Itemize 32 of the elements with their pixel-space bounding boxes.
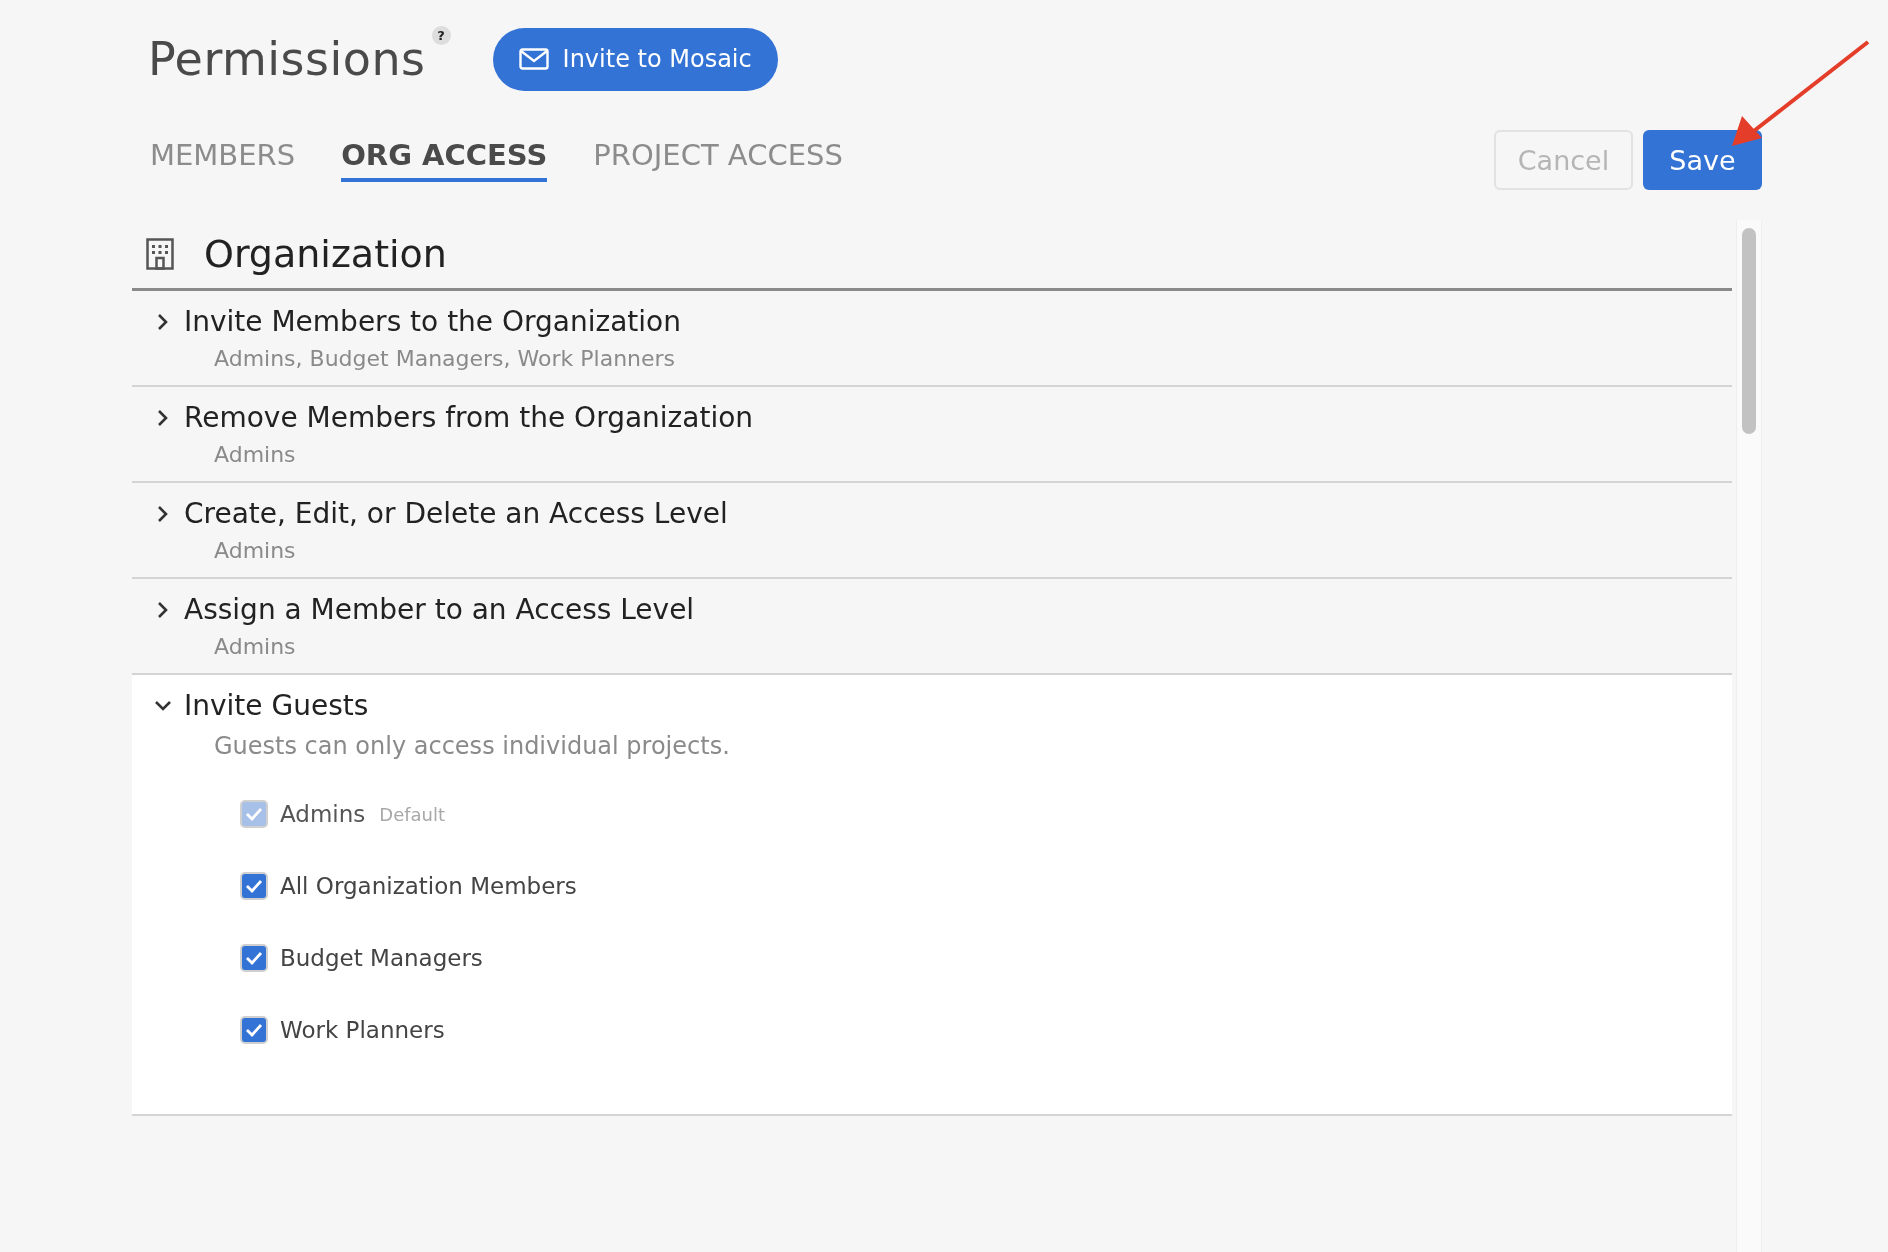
check-icon (245, 951, 263, 965)
option-label: Admins (280, 801, 366, 827)
permission-roles: Admins (214, 634, 297, 659)
permission-title: Invite Members to the Organization (184, 305, 681, 338)
invite-button[interactable]: Invite to Mosaic (492, 27, 778, 91)
permission-description: Guests can only access individual projects. (214, 732, 731, 760)
permission-title: Invite Guests (184, 689, 369, 722)
scrollbar-thumb[interactable] (1742, 228, 1756, 434)
checkbox[interactable] (240, 944, 268, 972)
page-title: Permissions (148, 32, 426, 86)
check-icon (245, 807, 263, 821)
permission-title: Assign a Member to an Access Level (184, 593, 695, 626)
permission-title: Remove Members from the Organization (184, 401, 754, 434)
permission-title: Create, Edit, or Delete an Access Level (184, 497, 728, 530)
envelope-icon (518, 48, 549, 70)
option-label: All Organization Members (280, 873, 577, 899)
building-icon (146, 238, 174, 270)
help-badge[interactable]: ? (431, 26, 451, 45)
scrollbar[interactable] (1736, 220, 1762, 1252)
option-label: Work Planners (280, 1017, 445, 1043)
tab[interactable]: ORG ACCESS (341, 138, 548, 182)
save-button[interactable]: Save (1643, 130, 1762, 190)
checkbox[interactable] (240, 872, 268, 900)
section-title: Organization (204, 232, 447, 276)
check-icon (245, 879, 263, 893)
permission-roles: Admins, Budget Managers, Work Planners (214, 346, 677, 371)
checkbox[interactable] (240, 1016, 268, 1044)
option-label: Budget Managers (280, 945, 483, 971)
permission-roles: Admins (214, 442, 297, 467)
check-icon (245, 1023, 263, 1037)
default-tag: Default (379, 803, 446, 825)
permission-roles: Admins (214, 538, 297, 563)
